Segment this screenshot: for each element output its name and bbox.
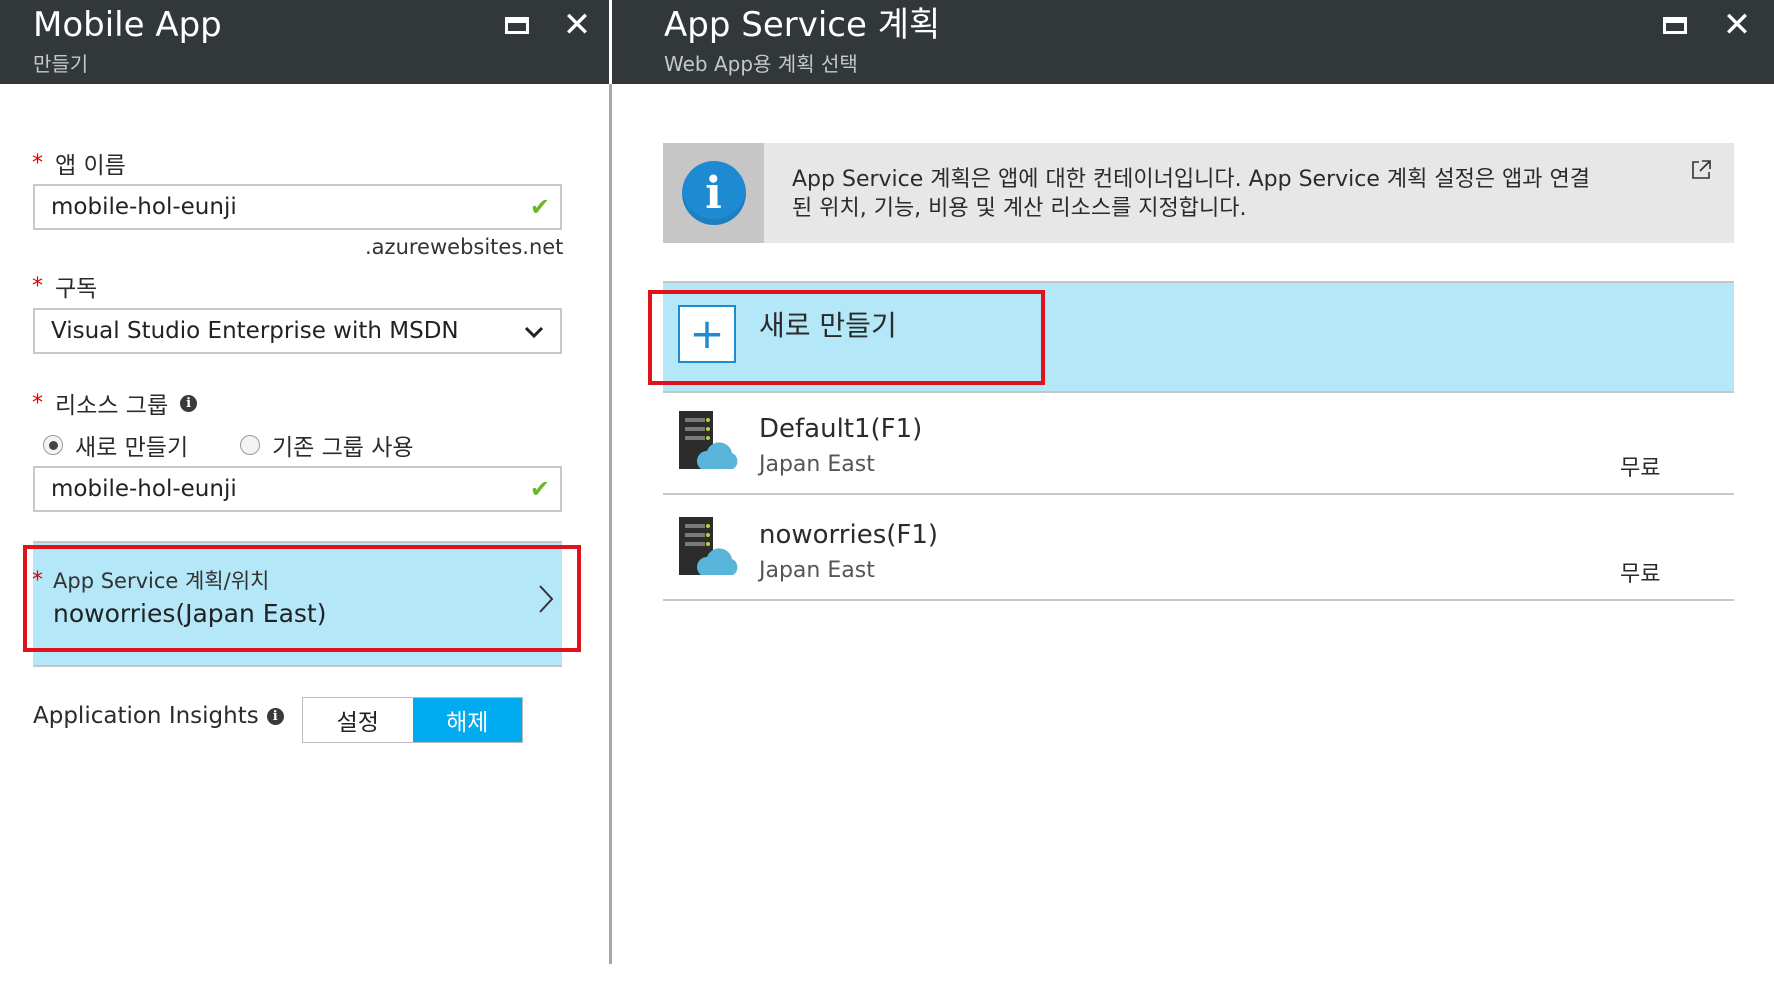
chevron-right-icon[interactable] <box>538 584 554 614</box>
valid-check-icon: ✔ <box>529 193 550 221</box>
plan-location: Japan East <box>759 452 875 477</box>
chevron-down-icon <box>524 326 544 339</box>
radio-create-new[interactable]: 새로 만들기 <box>43 428 188 462</box>
required-marker: * <box>32 390 43 416</box>
right-blade-header: App Service 계획 Web App용 계획 선택 ✕ <box>612 0 1774 84</box>
plan-name: Default1(F1) <box>759 414 923 444</box>
app-insights-label: Application Insights <box>33 703 259 729</box>
app-name-input[interactable]: mobile-hol-eunji ✔ <box>33 184 562 230</box>
app-service-plan-label: App Service 계획/위치 <box>53 569 270 593</box>
info-banner-icon-area: i <box>663 143 764 243</box>
left-blade-header: Mobile App 만들기 ✕ <box>0 0 609 84</box>
required-marker: * <box>32 273 43 299</box>
plan-name: noworries(F1) <box>759 520 939 550</box>
info-icon[interactable]: i <box>266 707 284 725</box>
resource-group-input[interactable]: mobile-hol-eunji ✔ <box>33 466 562 512</box>
resource-group-label-row: * 리소스 그룹 i <box>32 386 198 420</box>
app-name-value: mobile-hol-eunji <box>51 194 237 220</box>
resource-group-value: mobile-hol-eunji <box>51 476 237 502</box>
toggle-on-option[interactable]: 설정 <box>303 698 413 742</box>
valid-check-icon: ✔ <box>529 475 550 503</box>
domain-suffix: .azurewebsites.net <box>365 235 564 259</box>
resource-group-label: 리소스 그룹 <box>55 393 169 419</box>
info-text: App Service 계획은 앱에 대한 컨테이너입니다. App Servi… <box>792 165 1692 223</box>
required-marker: * <box>32 567 43 593</box>
left-blade-title: Mobile App <box>33 5 222 45</box>
plan-location: Japan East <box>759 558 875 583</box>
info-text-line-1: App Service 계획은 앱에 대한 컨테이너입니다. App Servi… <box>792 167 1591 192</box>
left-blade-subtitle: 만들기 <box>33 52 89 76</box>
subscription-value: Visual Studio Enterprise with MSDN <box>51 318 459 344</box>
info-icon: i <box>681 161 746 225</box>
external-link-icon[interactable] <box>1690 159 1712 181</box>
app-service-plan-icon <box>679 517 738 575</box>
info-text-line-2: 된 위치, 기능, 비용 및 계산 리소스를 지정합니다. <box>792 196 1247 221</box>
info-icon[interactable]: i <box>180 394 198 412</box>
app-name-label-row: * 앱 이름 <box>32 146 126 180</box>
close-icon[interactable]: ✕ <box>1720 7 1754 43</box>
radio-button-selected[interactable] <box>43 435 63 455</box>
plan-price: 무료 <box>1620 562 1661 587</box>
app-service-plan-value: noworries(Japan East) <box>53 599 327 628</box>
app-service-plan-icon <box>679 411 738 469</box>
app-service-plan-label-row: * App Service 계획/위치 <box>32 565 269 595</box>
radio-use-existing[interactable]: 기존 그룹 사용 <box>240 428 414 462</box>
subscription-label-row: * 구독 <box>32 269 97 303</box>
right-blade-subtitle: Web App용 계획 선택 <box>664 52 858 76</box>
radio-button[interactable] <box>240 435 260 455</box>
app-name-label: 앱 이름 <box>55 153 126 179</box>
radio-create-new-label: 새로 만들기 <box>75 435 189 461</box>
right-blade-title: App Service 계획 <box>664 5 941 45</box>
plus-icon[interactable]: + <box>678 305 736 363</box>
create-new-plan-label[interactable]: 새로 만들기 <box>759 304 897 344</box>
maximize-icon[interactable] <box>502 12 532 38</box>
app-insights-toggle[interactable]: 설정 해제 <box>302 697 523 743</box>
close-icon[interactable]: ✕ <box>560 7 594 43</box>
app-insights-label-row: Application Insights i <box>33 703 284 729</box>
blade-divider <box>609 84 612 964</box>
subscription-label: 구독 <box>55 276 98 302</box>
plan-price: 무료 <box>1620 456 1661 481</box>
subscription-dropdown[interactable]: Visual Studio Enterprise with MSDN <box>33 308 562 354</box>
radio-use-existing-label: 기존 그룹 사용 <box>272 435 414 461</box>
required-marker: * <box>32 150 43 176</box>
maximize-icon[interactable] <box>1660 12 1690 38</box>
toggle-off-option[interactable]: 해제 <box>412 698 522 742</box>
